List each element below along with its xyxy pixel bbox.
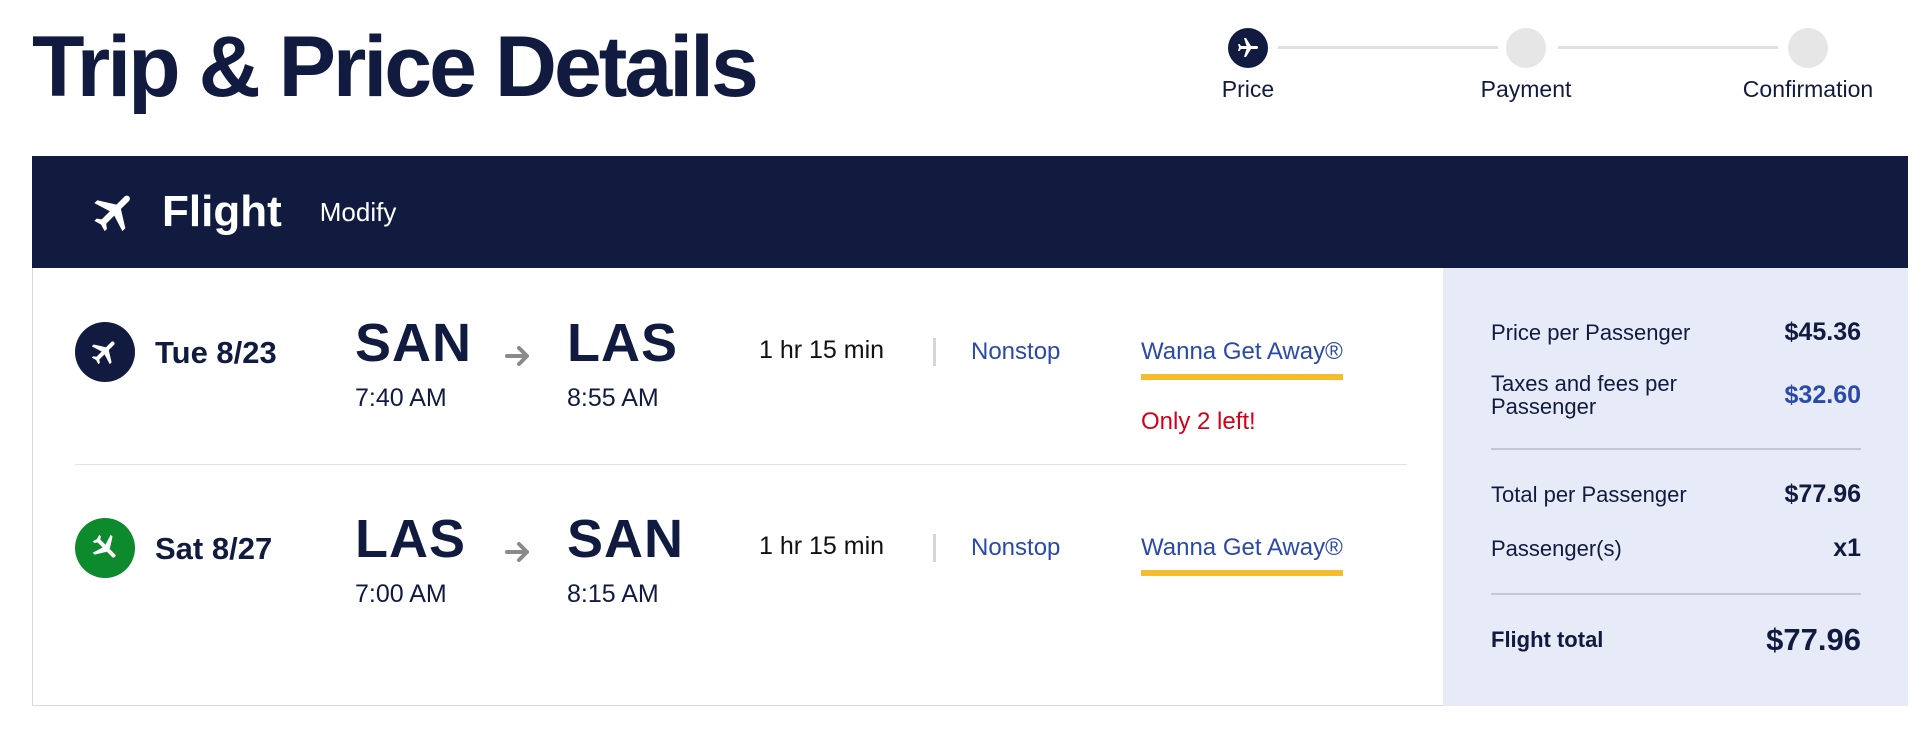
origin-airport-code: LAS bbox=[355, 509, 466, 569]
departing-plane-icon bbox=[91, 341, 115, 365]
taxes-row: Taxes and fees per Passenger $32.60 bbox=[1491, 372, 1861, 418]
arrival-time: 8:55 AM bbox=[567, 384, 659, 412]
page-title: Trip & Price Details bbox=[32, 19, 759, 115]
passengers-row: Passenger(s) x1 bbox=[1491, 534, 1861, 563]
stops-link[interactable]: Nonstop bbox=[971, 338, 1060, 366]
departure-time: 7:40 AM bbox=[355, 384, 447, 412]
divider bbox=[933, 338, 936, 366]
flight-leg-return: Sat 8/27 LAS 7:00 AM SAN 8:15 AM 1 hr 15… bbox=[33, 464, 1443, 644]
departure-time: 7:00 AM bbox=[355, 580, 447, 608]
step-label: Price bbox=[1221, 76, 1275, 102]
leg-icon-badge bbox=[75, 322, 135, 382]
step-confirmation: Confirmation bbox=[1738, 28, 1878, 103]
price-label: Price per Passenger bbox=[1491, 319, 1691, 345]
step-payment: Payment bbox=[1456, 28, 1596, 103]
returning-plane-icon bbox=[92, 534, 116, 558]
flight-duration: 1 hr 15 min bbox=[759, 336, 885, 364]
step-label: Payment bbox=[1480, 76, 1572, 102]
seats-left-alert: Only 2 left! bbox=[1141, 408, 1256, 435]
destination-airport-code: LAS bbox=[567, 313, 678, 373]
flight-section-title: Flight bbox=[162, 187, 282, 236]
passengers-count: x1 bbox=[1833, 534, 1861, 562]
divider bbox=[1491, 448, 1861, 450]
flight-section-header: Flight Modify bbox=[32, 156, 1908, 268]
flight-legs: Tue 8/23 SAN 7:40 AM LAS 8:55 AM 1 hr 15… bbox=[33, 268, 1443, 706]
leg-icon-badge bbox=[75, 518, 135, 578]
step-label: Confirmation bbox=[1742, 76, 1874, 102]
step-price-indicator bbox=[1228, 28, 1268, 68]
arrow-right-icon bbox=[505, 542, 529, 562]
modify-link[interactable]: Modify bbox=[320, 197, 397, 228]
divider bbox=[1491, 593, 1861, 595]
step-payment-indicator bbox=[1506, 28, 1546, 68]
fare-type-link[interactable]: Wanna Get Away® bbox=[1141, 534, 1343, 576]
destination-airport-code: SAN bbox=[567, 509, 685, 569]
taxes-label: Taxes and fees per Passenger bbox=[1491, 371, 1677, 420]
plane-icon bbox=[94, 195, 130, 232]
total-per-passenger-value: $77.96 bbox=[1784, 480, 1861, 508]
progress-stepper: Price Payment Confirmation bbox=[1218, 28, 1878, 108]
price-value: $45.36 bbox=[1784, 318, 1861, 346]
step-confirmation-indicator bbox=[1788, 28, 1828, 68]
arrow-right-icon bbox=[505, 346, 529, 366]
stops-link[interactable]: Nonstop bbox=[971, 534, 1060, 562]
flight-duration: 1 hr 15 min bbox=[759, 532, 885, 560]
price-summary-panel: Price per Passenger $45.36 Taxes and fee… bbox=[1443, 268, 1908, 706]
leg-date: Tue 8/23 bbox=[155, 335, 277, 370]
arrival-time: 8:15 AM bbox=[567, 580, 659, 608]
taxes-value-link[interactable]: $32.60 bbox=[1785, 381, 1861, 410]
total-per-passenger-row: Total per Passenger $77.96 bbox=[1491, 480, 1861, 509]
step-price: Price bbox=[1178, 28, 1318, 103]
divider bbox=[933, 534, 936, 562]
price-per-passenger-row: Price per Passenger $45.36 bbox=[1491, 318, 1861, 347]
leg-date: Sat 8/27 bbox=[155, 531, 273, 566]
flight-details-card: Tue 8/23 SAN 7:40 AM LAS 8:55 AM 1 hr 15… bbox=[32, 268, 1908, 706]
fare-type-link[interactable]: Wanna Get Away® bbox=[1141, 338, 1343, 380]
origin-airport-code: SAN bbox=[355, 313, 473, 373]
flight-total-label: Flight total bbox=[1491, 627, 1604, 653]
flight-total-row: Flight total $77.96 bbox=[1491, 622, 1861, 658]
plane-icon bbox=[1238, 38, 1258, 57]
flight-total-value: $77.96 bbox=[1766, 622, 1861, 657]
total-per-passenger-label: Total per Passenger bbox=[1491, 481, 1687, 507]
flight-leg-outbound: Tue 8/23 SAN 7:40 AM LAS 8:55 AM 1 hr 15… bbox=[33, 268, 1443, 448]
passengers-label: Passenger(s) bbox=[1491, 535, 1622, 561]
